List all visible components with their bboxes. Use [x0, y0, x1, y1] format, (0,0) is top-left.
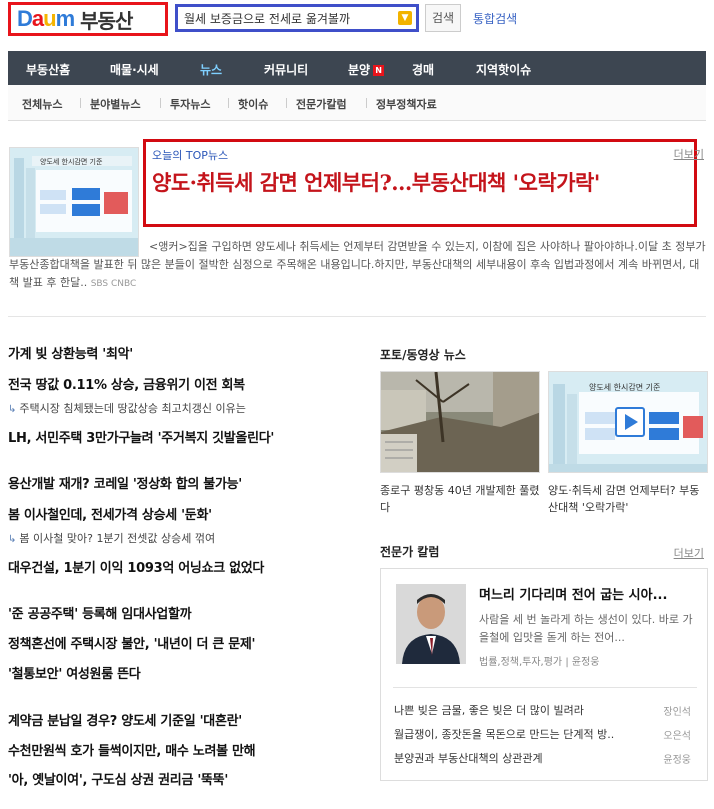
total-search-link[interactable]: 통합검색	[473, 10, 517, 27]
search-input-value: 월세 보증금으로 전세로 옮겨볼까	[184, 11, 351, 26]
news-item[interactable]: 봄 이사철인데, 전세가격 상승세 '둔화'	[8, 504, 212, 523]
nav-item-local-issues[interactable]: 지역핫이슈	[476, 61, 531, 78]
search-input[interactable]: 월세 보증금으로 전세로 옮겨볼까 ▼	[175, 4, 419, 32]
daum-logo: Daum	[17, 6, 76, 32]
thumb-text: 양도세 한시감면 기준	[40, 158, 103, 166]
news-sub-item[interactable]: ↳ 봄 이사철 맞아? 1분기 전셋값 상승세 꺾여	[8, 530, 215, 546]
column-list-item[interactable]: 분양권과 부동산대책의 상관관계	[394, 750, 543, 766]
top-news-source: SBS CNBC	[90, 279, 137, 289]
photo-news-caption[interactable]: 종로구 평창동 40년 개발제한 풀렸다	[380, 482, 540, 516]
logo-letter-a: a	[31, 6, 44, 31]
subnav-item-investment-news[interactable]: 투자뉴스	[170, 96, 210, 112]
new-badge-icon: N	[373, 65, 385, 76]
nav-item-presale-label: 분양	[348, 63, 371, 77]
news-item[interactable]: 용산개발 재개? 코레일 '정상화 합의 불가능'	[8, 473, 242, 492]
video-news-caption[interactable]: 양도·취득세 감면 언제부터? 부동산대책 '오락가락'	[548, 482, 708, 516]
column-divider	[393, 687, 697, 688]
subnav-item-hot-issue[interactable]: 핫이슈	[238, 96, 268, 112]
video-news-thumbnail[interactable]: 양도세 한시감면 기준	[548, 371, 708, 473]
column-list-item[interactable]: 월급쟁이, 종잣돈을 목돈으로 만드는 단계적 방..	[394, 726, 614, 742]
top-news-label: 오늘의 TOP뉴스	[152, 149, 229, 162]
columnist-avatar[interactable]	[396, 584, 466, 664]
site-title[interactable]: 부동산	[80, 5, 133, 34]
nav-item-community[interactable]: 커뮤니티	[264, 61, 308, 78]
sub-nav: 전체뉴스 분야별뉴스 투자뉴스 핫이슈 전문가칼럼 정부정책자료	[8, 85, 706, 121]
chevron-down-icon[interactable]: ▼	[398, 11, 412, 25]
news-item[interactable]: '철통보안' 여성원룸 뜬다	[8, 663, 141, 682]
photo-news-title: 포토/동영상 뉴스	[380, 348, 466, 362]
subnav-item-all-news[interactable]: 전체뉴스	[22, 96, 62, 112]
news-sub-item-label: 봄 이사철 맞아? 1분기 전셋값 상승세 꺾여	[19, 532, 216, 545]
nav-item-home[interactable]: 부동산홈	[26, 61, 70, 78]
search-button[interactable]: 검색	[425, 4, 461, 32]
expert-column-more-link[interactable]: 더보기	[674, 545, 704, 561]
featured-column-tags: 법률,정책,투자,평가 | 윤정웅	[479, 657, 600, 668]
expert-column-title: 전문가 칼럼	[380, 545, 440, 559]
news-sub-item[interactable]: ↳ 주택시장 침체됐는데 땅값상승 최고치갱신 이유는	[8, 400, 246, 416]
section-divider	[8, 316, 706, 317]
subnav-item-policy-data[interactable]: 정부정책자료	[376, 96, 437, 112]
news-item[interactable]: 가계 빚 상환능력 '최악'	[8, 343, 133, 362]
reply-arrow-icon: ↳	[8, 534, 17, 545]
nav-item-news[interactable]: 뉴스	[200, 61, 222, 78]
news-item[interactable]: '아, 옛날이여', 구도심 상권 권리금 '뚝뚝'	[8, 769, 228, 788]
reply-arrow-icon: ↳	[8, 404, 17, 415]
nav-item-presale[interactable]: 분양 N	[348, 61, 385, 78]
news-item[interactable]: 계약금 분납일 경우? 양도세 기준일 '대혼란'	[8, 710, 242, 729]
top-news-title[interactable]: 양도·취득세 감면 언제부터?…부동산대책 '오락가락'	[152, 169, 688, 197]
nav-item-listings[interactable]: 매물·시세	[110, 61, 159, 78]
nav-item-auction[interactable]: 경매	[412, 61, 434, 78]
column-author: 오은석	[663, 731, 691, 742]
play-icon[interactable]	[615, 407, 645, 437]
logo-letter-m: m	[55, 6, 76, 31]
top-news-description: <앵커>집을 구입하면 양도세나 취득세는 언제부터 감면받을 수 있는지, 이…	[9, 238, 709, 293]
column-author: 장인석	[663, 707, 691, 718]
logo-letter-u: u	[43, 6, 56, 31]
news-item[interactable]: 수천만원씩 호가 들썩이지만, 매수 노려볼 만해	[8, 740, 256, 759]
top-news-more-link[interactable]: 더보기	[674, 146, 704, 162]
subnav-item-category-news[interactable]: 분야별뉴스	[90, 96, 141, 112]
main-nav: 부동산홈 매물·시세 뉴스 커뮤니티 분양 N 경매 지역핫이슈	[8, 51, 706, 85]
news-item[interactable]: '준 공공주택' 등록해 임대사업할까	[8, 603, 192, 622]
news-item[interactable]: LH, 서민주택 3만가구늘려 '주거복지 깃발올린다'	[8, 427, 274, 446]
news-item[interactable]: 전국 땅값 0.11% 상승, 금융위기 이전 회복	[8, 374, 245, 393]
subnav-item-expert-column[interactable]: 전문가칼럼	[296, 96, 347, 112]
featured-column-desc[interactable]: 사람을 세 번 놀라게 하는 생선이 있다. 바로 가을철에 입맛을 돋게 하는…	[479, 611, 694, 647]
daum-logo-link[interactable]: Daum 부동산	[8, 2, 168, 36]
featured-column-title[interactable]: 며느리 기다리며 전어 굽는 시아...	[479, 584, 667, 603]
video-thumb-text: 양도세 한시감면 기준	[589, 383, 661, 392]
news-item[interactable]: 정책혼선에 주택시장 불안, '내년이 더 큰 문제'	[8, 633, 256, 652]
top-news-box: 오늘의 TOP뉴스 양도·취득세 감면 언제부터?…부동산대책 '오락가락'	[143, 139, 697, 227]
column-author: 윤정웅	[663, 755, 691, 766]
news-sub-item-label: 주택시장 침체됐는데 땅값상승 최고치갱신 이유는	[19, 402, 246, 415]
news-item[interactable]: 대우건설, 1분기 이익 1093억 어닝쇼크 없었다	[8, 557, 264, 576]
column-list-item[interactable]: 나쁜 빚은 금물, 좋은 빚은 더 많이 빌려라	[394, 702, 584, 718]
expert-column-box: 며느리 기다리며 전어 굽는 시아... 사람을 세 번 놀라게 하는 생선이 …	[380, 568, 708, 781]
logo-letter-d: D	[17, 6, 33, 31]
photo-news-thumbnail[interactable]	[380, 371, 540, 473]
